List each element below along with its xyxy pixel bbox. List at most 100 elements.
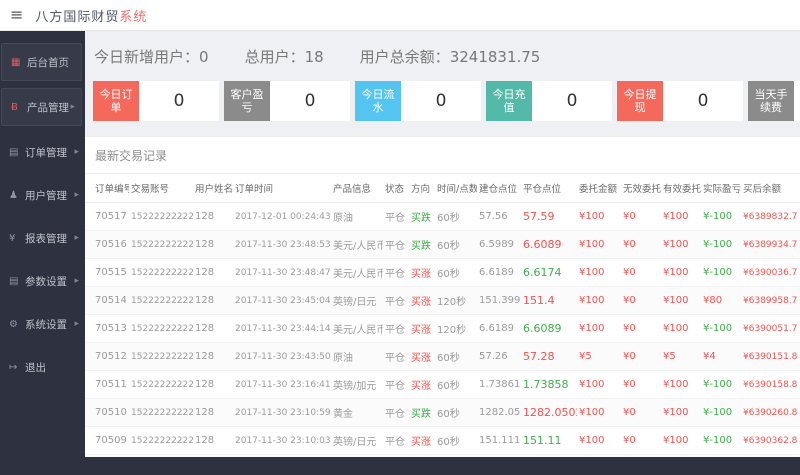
column-header: 用户姓名 bbox=[193, 173, 233, 203]
sidebar-item-logout[interactable]: ↦ 退出 bbox=[0, 348, 85, 386]
column-header: 实际盈亏 bbox=[701, 173, 741, 203]
table-cell: 买涨 bbox=[409, 258, 435, 287]
params-icon: ▤ bbox=[9, 275, 19, 287]
table-cell: 黄金 bbox=[331, 398, 383, 427]
table-cell: ¥4 bbox=[701, 342, 741, 371]
table-cell: 6.6089 bbox=[521, 230, 577, 259]
table-cell: 128 bbox=[193, 370, 233, 399]
sidebar-item-home[interactable]: ▦ 后台首页 bbox=[1, 43, 82, 81]
table-cell: 买涨 bbox=[409, 286, 435, 315]
table-cell: 15222222222 bbox=[129, 286, 193, 315]
table-cell: 60秒 bbox=[435, 258, 477, 287]
sidebar-item-label: 用户管理 bbox=[25, 189, 67, 202]
table-cell: 15222222222 bbox=[129, 230, 193, 259]
sidebar: ▦ 后台首页 Ƀ 产品管理 ▸ ▤ 订单管理 ▸ ♟ 用户管理 ▸ ¥ 报表管理 ▸ ▤ 参数设置 ▸ ⚙ 系统设置… bbox=[0, 31, 85, 475]
table-cell: 美元/人民币 bbox=[331, 314, 383, 343]
table-cell: 6.6189 bbox=[477, 258, 521, 287]
table-cell: 15222222222 bbox=[129, 314, 193, 343]
table-cell: ¥6389958.7 bbox=[741, 286, 800, 315]
table-cell: 151.111 bbox=[477, 426, 521, 455]
table-cell: ¥100 bbox=[577, 314, 621, 343]
sidebar-item-system[interactable]: ⚙ 系统设置 ▸ bbox=[0, 305, 85, 343]
column-header: 方向 bbox=[409, 173, 435, 203]
table-cell: 15222222222 bbox=[129, 454, 193, 457]
stat-box-label: 客户盈亏 bbox=[224, 81, 270, 121]
column-header: 订单时间 bbox=[233, 173, 331, 203]
column-header: 产品信息 bbox=[331, 173, 383, 203]
table-cell: 2017-11-30 17:34:34 bbox=[233, 454, 331, 457]
column-header: 委托金额 bbox=[577, 173, 621, 203]
stat-boxes-row: 今日订单 0 客户盈亏 0 今日流水 0 今日充值 0 今日提现 0 当天手续费 bbox=[93, 81, 800, 121]
table-cell: 2017-11-30 23:10:59 bbox=[233, 398, 331, 427]
table-cell: 英镑/日元 bbox=[331, 286, 383, 315]
table-cell: 60秒 bbox=[435, 370, 477, 399]
sidebar-item-order[interactable]: ▤ 订单管理 ▸ bbox=[0, 133, 85, 171]
sidebar-item-user[interactable]: ♟ 用户管理 ▸ bbox=[0, 176, 85, 214]
table-cell: 买涨 bbox=[409, 370, 435, 399]
table-cell: 原油 bbox=[331, 454, 383, 457]
table-cell: 买跌 bbox=[409, 398, 435, 427]
main-content: 今日新增用户：0 总用户：18 用户总余额：3241831.75 今日订单 0 客户盈亏… bbox=[85, 31, 800, 457]
table-cell: 70515 bbox=[85, 258, 129, 287]
stat-box-value: 0 bbox=[139, 81, 219, 121]
table-cell: 70510 bbox=[85, 398, 129, 427]
table-cell: 60秒 bbox=[435, 230, 477, 259]
table-row: 70508152222222221282017-11-30 17:34:34原油… bbox=[85, 454, 800, 457]
chevron-right-icon: ▸ bbox=[74, 190, 79, 200]
summary-stat-0: 今日新增用户：0 bbox=[94, 46, 209, 67]
table-row: 70517 15222222222 128 2017-12-01 00:24:43 原油… bbox=[85, 202, 800, 231]
table-cell: ¥100 bbox=[661, 370, 701, 399]
table-cell: 151.4 bbox=[521, 286, 577, 315]
table-cell: ¥100 bbox=[577, 258, 621, 287]
app-title-main: 八方国际财贸 bbox=[35, 9, 120, 25]
summary-stat-value: 0 bbox=[199, 48, 209, 66]
sidebar-item-label: 产品管理 bbox=[27, 101, 69, 114]
table-cell: ¥0 bbox=[621, 370, 661, 399]
sidebar-item-label: 系统设置 bbox=[25, 318, 67, 331]
table-row: 70511 15222222222 128 2017-11-30 23:16:41 英镑… bbox=[85, 370, 800, 399]
table-cell: 平仓 bbox=[383, 398, 409, 427]
table-cell: 128 bbox=[193, 202, 233, 231]
table-cell: 买跌 bbox=[409, 202, 435, 231]
table-cell: 60秒 bbox=[435, 202, 477, 231]
sidebar-item-label: 后台首页 bbox=[27, 56, 69, 69]
table-header-row: 订单编号交易账号用户姓名订单时间产品信息状态方向时间/点数建仓点位平仓点位委托金… bbox=[85, 173, 800, 203]
hamburger-menu-icon[interactable]: ≡ bbox=[10, 7, 23, 23]
table-cell: 57.28 bbox=[521, 342, 577, 371]
table-cell: 120秒 bbox=[435, 286, 477, 315]
table-cell: ¥-100 bbox=[701, 314, 741, 343]
table-cell: 15222222222 bbox=[129, 370, 193, 399]
table-cell: 70512 bbox=[85, 342, 129, 371]
table-cell: ¥6390362.8 bbox=[741, 426, 800, 455]
sidebar-item-product[interactable]: Ƀ 产品管理 ▸ bbox=[1, 88, 82, 126]
sidebar-item-report[interactable]: ¥ 报表管理 ▸ bbox=[0, 219, 85, 257]
table-cell: ¥100 bbox=[661, 426, 701, 455]
table-cell: 60秒 bbox=[435, 342, 477, 371]
table-cell: 128 bbox=[193, 426, 233, 455]
table-cell: ¥5 bbox=[661, 454, 701, 457]
table-cell: ¥0 bbox=[621, 286, 661, 315]
table-cell: 128 bbox=[193, 454, 233, 457]
table-cell: 60秒 bbox=[435, 454, 477, 457]
table-cell: 1.73858 bbox=[521, 370, 577, 399]
table-cell: 15222222222 bbox=[129, 426, 193, 455]
table-cell: 买涨 bbox=[409, 454, 435, 457]
table-cell: 2017-11-30 23:10:03 bbox=[233, 426, 331, 455]
sidebar-item-params[interactable]: ▤ 参数设置 ▸ bbox=[0, 262, 85, 300]
table-cell: ¥100 bbox=[577, 370, 621, 399]
product-icon: Ƀ bbox=[11, 101, 18, 113]
table-cell: ¥0 bbox=[621, 454, 661, 457]
table-cell: 平仓 bbox=[383, 258, 409, 287]
app-title-accent: 系统 bbox=[119, 9, 148, 25]
table-cell: 70508 bbox=[85, 454, 129, 457]
stat-box-today-fees: 当天手续费 bbox=[748, 81, 800, 121]
table-row: 70514 15222222222 128 2017-11-30 23:45:04 英镑… bbox=[85, 286, 800, 315]
table-cell: 2017-11-30 23:45:04 bbox=[233, 286, 331, 315]
summary-stat-value: 18 bbox=[304, 48, 324, 66]
table-cell: ¥0 bbox=[621, 398, 661, 427]
table-cell: ¥100 bbox=[577, 286, 621, 315]
column-header: 时间/点数 bbox=[435, 173, 477, 203]
table-cell: ¥-100 bbox=[701, 398, 741, 427]
table-cell: 15222222222 bbox=[129, 202, 193, 231]
table-cell: ¥6390151.8 bbox=[741, 342, 800, 371]
